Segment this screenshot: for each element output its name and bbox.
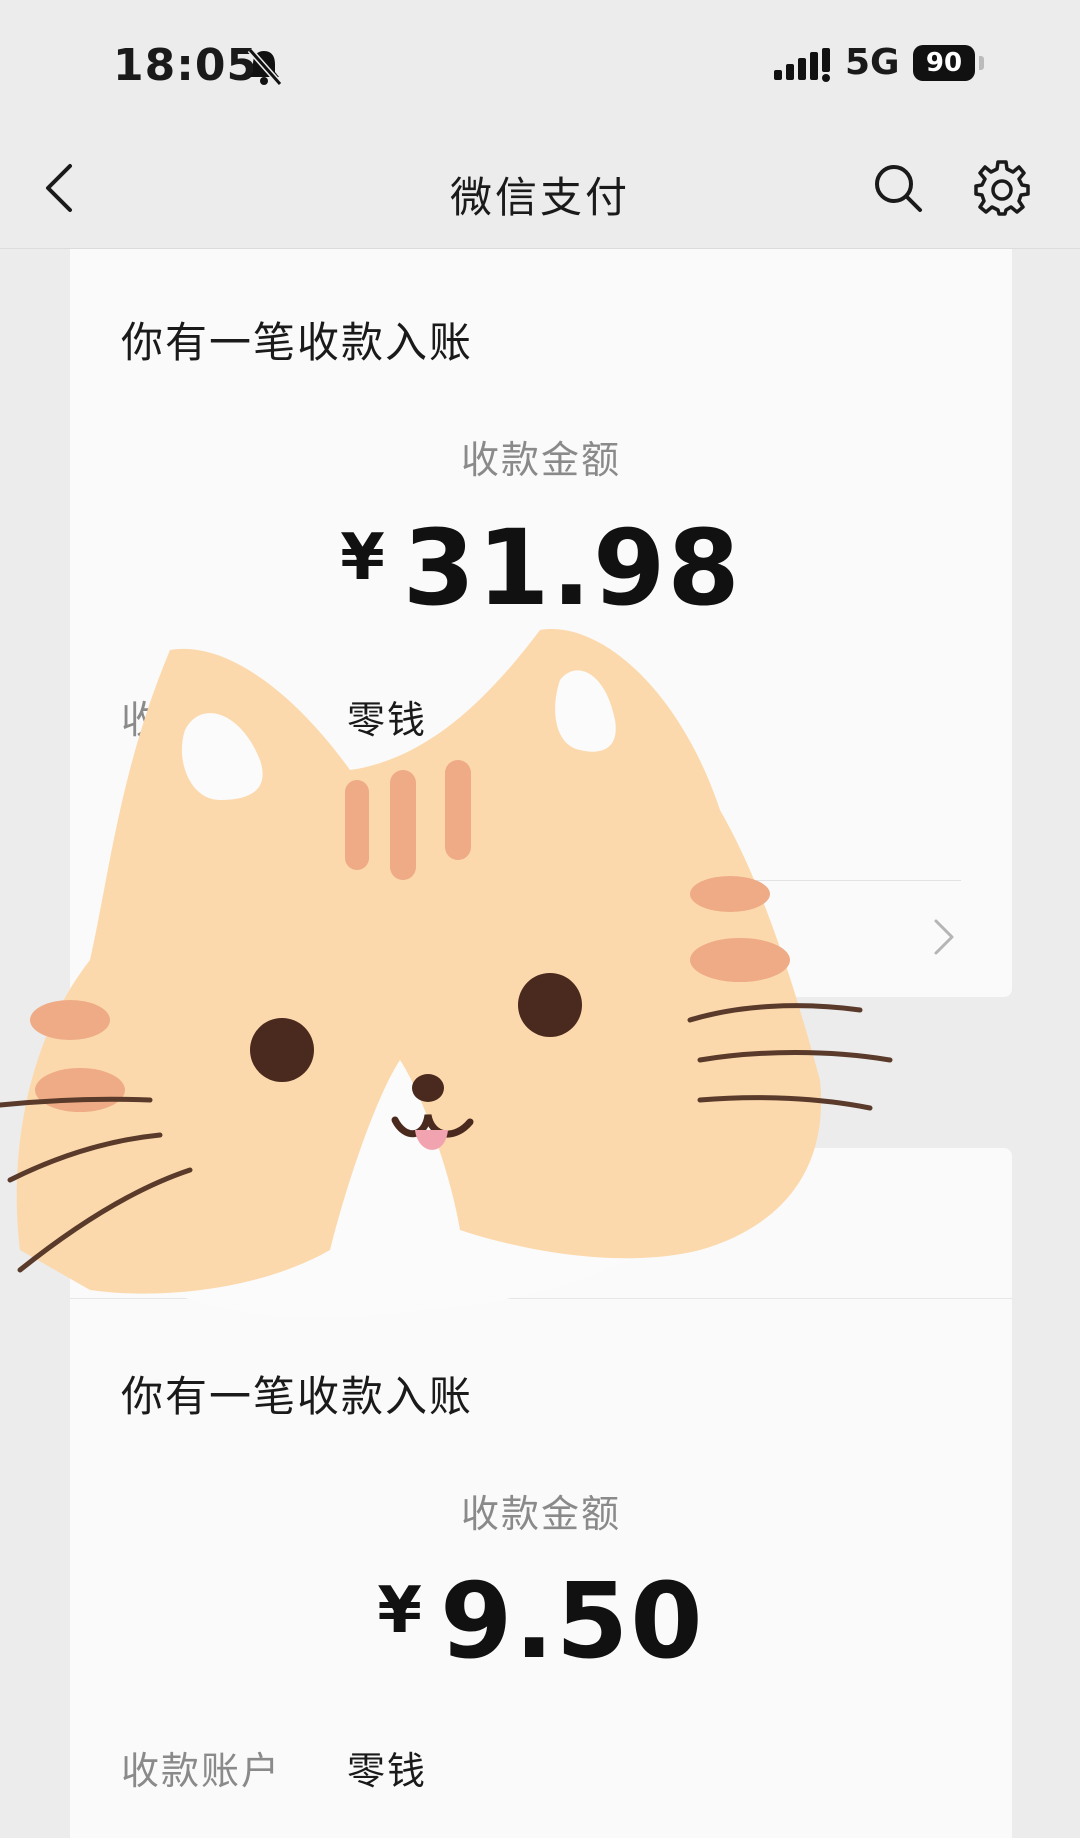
amount: ¥9.50 bbox=[70, 1560, 1012, 1682]
battery-tip bbox=[979, 56, 984, 70]
cat-sticker bbox=[0, 610, 1000, 1334]
row-value: 零钱 bbox=[347, 1749, 428, 1793]
signal-icon bbox=[774, 48, 830, 86]
amount-label: 收款金额 bbox=[460, 1492, 621, 1536]
status-time: 18:05 bbox=[113, 40, 259, 91]
battery-indicator: 90 bbox=[913, 45, 975, 81]
gear-icon[interactable] bbox=[974, 160, 1030, 220]
network-type: 5G bbox=[845, 42, 900, 83]
row-label: 收款账户 bbox=[121, 1749, 282, 1793]
search-icon[interactable] bbox=[872, 162, 924, 218]
nav-bar: 微信支付 bbox=[0, 130, 1080, 249]
card-title: 你有一笔收款入账 bbox=[121, 1372, 474, 1421]
currency-symbol: ¥ bbox=[340, 521, 385, 595]
amount-label: 收款金额 bbox=[460, 438, 621, 482]
amount-value: 9.50 bbox=[439, 1560, 705, 1682]
card-title: 你有一笔收款入账 bbox=[121, 318, 474, 367]
currency-symbol: ¥ bbox=[377, 1574, 422, 1648]
silent-bell-icon bbox=[244, 46, 284, 90]
status-bar: 18:05 5G 90 bbox=[0, 0, 1080, 130]
